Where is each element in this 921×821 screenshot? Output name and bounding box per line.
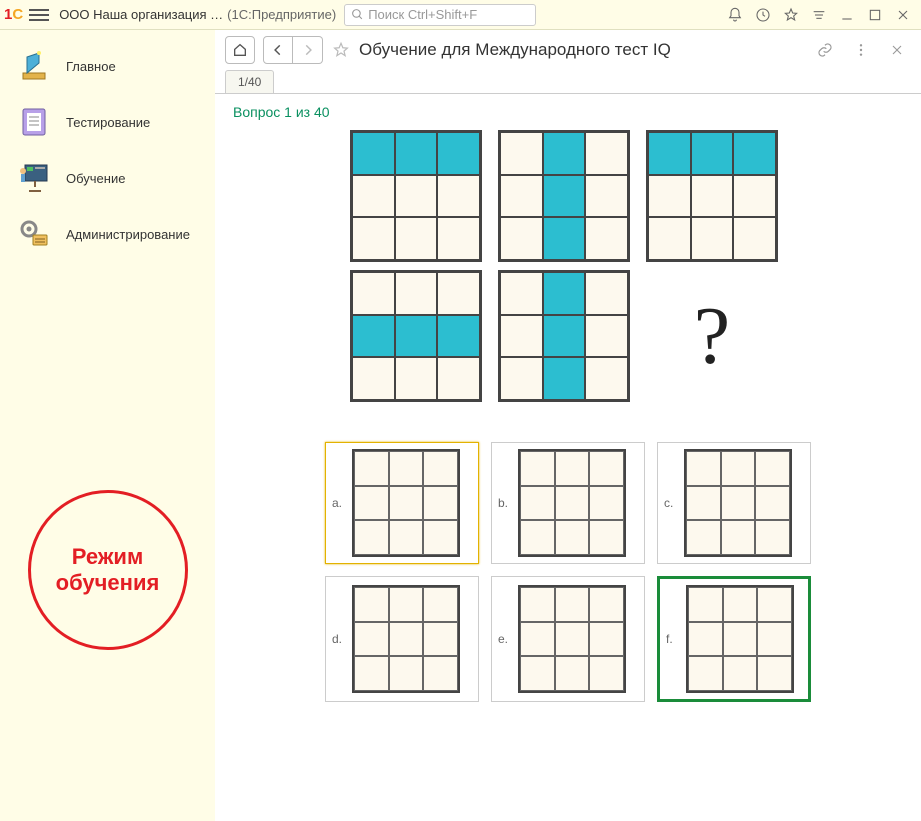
answer-letter: b. (498, 496, 512, 510)
maximize-button[interactable] (861, 4, 889, 26)
answer-option[interactable]: a. (325, 442, 479, 564)
sidebar-item-admin[interactable]: Администрирование (0, 206, 215, 262)
sidebar-item-testing[interactable]: Тестирование (0, 94, 215, 150)
star-icon[interactable] (777, 4, 805, 26)
puzzle-tile (498, 270, 630, 402)
menu-button[interactable] (29, 5, 49, 25)
settings-icon[interactable] (805, 4, 833, 26)
minimize-button[interactable] (833, 4, 861, 26)
mode-badge: Режим обучения (28, 490, 188, 650)
content-area: Обучение для Международного тест IQ 1/40… (215, 30, 921, 821)
answer-tile (352, 449, 460, 557)
titlebar: 1C ООО Наша организация … (1С:Предприяти… (0, 0, 921, 30)
desk-lamp-icon (16, 48, 52, 84)
answer-letter: e. (498, 632, 512, 646)
presentation-icon (16, 160, 52, 196)
question-label: Вопрос 1 из 40 (233, 104, 903, 120)
gear-icon (16, 216, 52, 252)
answer-letter: c. (664, 496, 678, 510)
answer-letter: f. (666, 632, 680, 646)
question-mark: ? (646, 270, 778, 402)
close-button[interactable] (889, 4, 917, 26)
more-icon[interactable] (847, 39, 875, 61)
puzzle-grid: ? (233, 130, 903, 402)
clipboard-icon (16, 104, 52, 140)
back-button[interactable] (263, 36, 293, 64)
answer-option[interactable]: c. (657, 442, 811, 564)
org-name: ООО Наша организация … (59, 7, 223, 22)
answer-option[interactable]: d. (325, 576, 479, 702)
answer-option[interactable]: b. (491, 442, 645, 564)
forward-button[interactable] (293, 36, 323, 64)
mode-line2: обучения (56, 570, 160, 596)
page-body: Вопрос 1 из 40 ? a. b. c. d. e. f. (215, 93, 921, 821)
search-input[interactable]: Поиск Ctrl+Shift+F (344, 4, 535, 26)
app-logo: 1C (4, 6, 23, 23)
puzzle-tile (350, 270, 482, 402)
search-placeholder: Поиск Ctrl+Shift+F (368, 7, 477, 22)
page-title: Обучение для Международного тест IQ (359, 40, 803, 60)
answer-tile (684, 449, 792, 557)
puzzle-tile (646, 130, 778, 262)
answer-option[interactable]: f. (657, 576, 811, 702)
answer-tile (686, 585, 794, 693)
content-toolbar: Обучение для Международного тест IQ (215, 30, 921, 70)
answer-letter: d. (332, 632, 346, 646)
answer-option[interactable]: e. (491, 576, 645, 702)
sidebar-label: Тестирование (66, 115, 150, 130)
sidebar-label: Администрирование (66, 227, 190, 242)
sidebar-item-learning[interactable]: Обучение (0, 150, 215, 206)
mode-line1: Режим (72, 544, 143, 570)
history-icon[interactable] (749, 4, 777, 26)
favorite-button[interactable] (331, 40, 351, 60)
answer-tile (518, 585, 626, 693)
tab-bar: 1/40 (215, 70, 921, 93)
bell-icon[interactable] (721, 4, 749, 26)
home-button[interactable] (225, 36, 255, 64)
search-icon (351, 8, 364, 21)
sidebar-item-main[interactable]: Главное (0, 38, 215, 94)
puzzle-tile (498, 130, 630, 262)
sidebar: Главное Тестирование Обучение Администри… (0, 30, 215, 821)
answer-tile (352, 585, 460, 693)
app-name: (1С:Предприятие) (227, 7, 336, 22)
close-page-button[interactable] (883, 39, 911, 61)
answer-grid: a. b. c. d. e. f. (233, 442, 903, 702)
sidebar-label: Главное (66, 59, 116, 74)
puzzle-tile (350, 130, 482, 262)
sidebar-label: Обучение (66, 171, 125, 186)
link-icon[interactable] (811, 39, 839, 61)
answer-tile (518, 449, 626, 557)
tab-progress[interactable]: 1/40 (225, 70, 274, 93)
answer-letter: a. (332, 496, 346, 510)
